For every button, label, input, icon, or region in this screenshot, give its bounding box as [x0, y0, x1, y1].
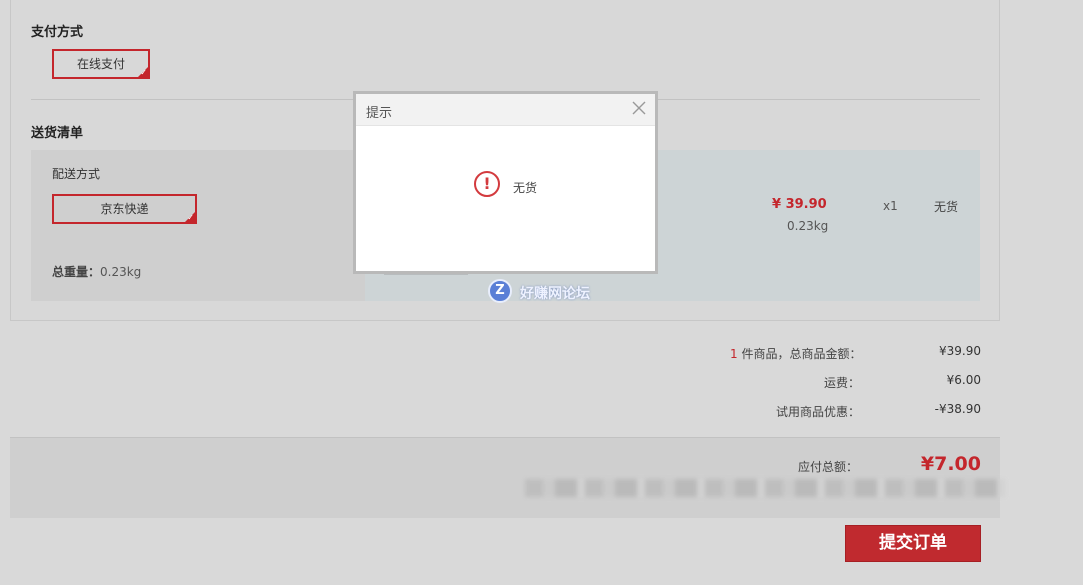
delivery-option-label: 京东快递	[100, 202, 149, 216]
dialog-message: 无货	[513, 181, 538, 195]
item-quantity: x1	[883, 199, 898, 213]
warning-icon: !	[474, 171, 500, 197]
submit-order-button[interactable]: 提交订单	[845, 525, 981, 562]
summary-shipping-label: 运费：	[824, 376, 861, 390]
delivery-section-title: 送货清单	[31, 126, 84, 141]
total-amount: ¥7.00	[920, 453, 981, 475]
total-bar	[10, 437, 1000, 518]
total-weight-value: 0.23kg	[100, 265, 142, 279]
summary-shipping-value: ¥6.00	[946, 373, 981, 387]
payment-option-online[interactable]: 在线支付 ✓	[52, 49, 150, 79]
item-stock-status: 无货	[934, 200, 959, 214]
watermark-text: 好赚网论坛	[520, 286, 590, 302]
total-weight-label: 总重量：	[52, 265, 101, 279]
delivery-option-jd-express[interactable]: 京东快递 ✓	[52, 194, 197, 224]
summary-items-row: 1 件商品，总商品金额：	[730, 345, 861, 362]
blurred-address	[525, 479, 1005, 497]
check-icon: ✓	[187, 213, 194, 222]
dialog-title: 提示	[366, 106, 393, 121]
watermark-logo-icon: Z	[488, 279, 512, 303]
payment-section-title: 支付方式	[31, 25, 84, 40]
check-icon: ✓	[140, 68, 147, 77]
alert-dialog: 提示 ! 无货	[353, 91, 658, 274]
summary-discount-value: -¥38.90	[934, 402, 981, 416]
total-label: 应付总额：	[798, 460, 859, 474]
payment-option-label: 在线支付	[76, 57, 125, 71]
summary-discount-label: 试用商品优惠：	[776, 405, 861, 419]
dialog-header: 提示	[356, 94, 655, 126]
total-weight: 总重量：0.23kg	[52, 263, 141, 280]
item-price: ¥ 39.90	[772, 197, 827, 212]
summary-item-total: ¥39.90	[939, 344, 981, 358]
delivery-method-label: 配送方式	[52, 167, 101, 181]
item-weight: 0.23kg	[787, 219, 829, 233]
summary-item-count-label: 件商品，总商品金额：	[741, 347, 862, 361]
summary-item-count: 1	[730, 347, 738, 361]
close-icon[interactable]	[632, 101, 646, 115]
